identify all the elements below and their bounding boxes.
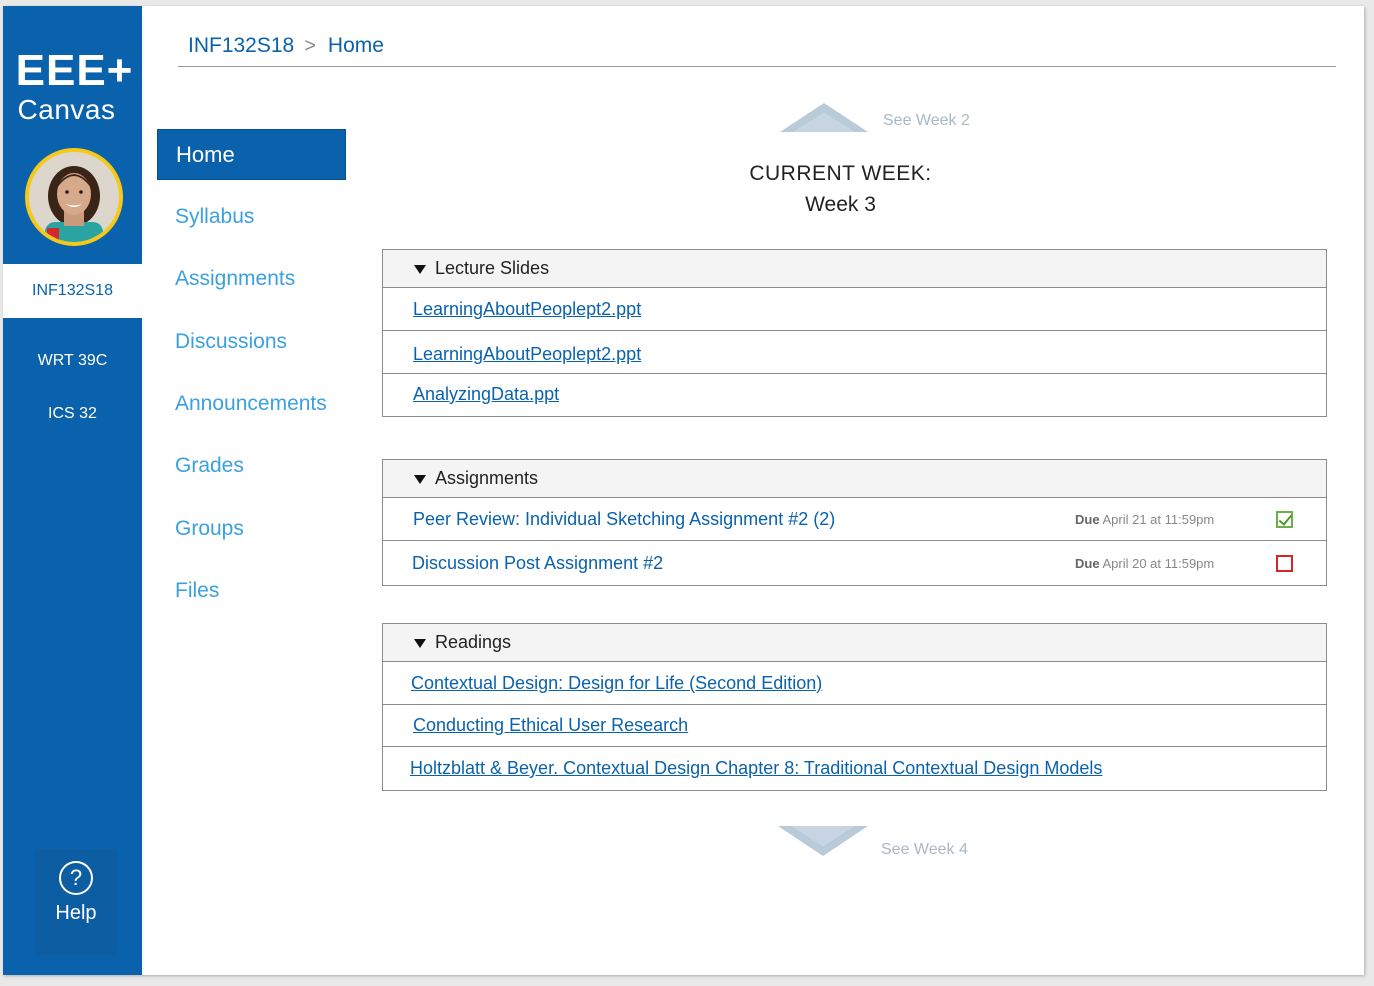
- brand-subtitle: Canvas: [17, 94, 116, 125]
- caret-down-icon: [414, 475, 426, 484]
- due-date: Due April 20 at 11:59pm: [1075, 555, 1215, 571]
- app-window: EEE+ Canvas INF132S18 WRT 39C ICS 32 ? H…: [3, 6, 1364, 975]
- breadcrumb-separator: >: [304, 34, 316, 57]
- list-item: LearningAboutPeoplept2.ppt: [383, 288, 1326, 331]
- nav-item-discussions[interactable]: Discussions: [175, 330, 287, 354]
- current-week-label: CURRENT WEEK:: [749, 162, 932, 185]
- avatar[interactable]: [25, 148, 123, 246]
- readings-header[interactable]: Readings: [383, 624, 1326, 662]
- completed-checkbox[interactable]: [1276, 510, 1293, 528]
- lecture-slides-header[interactable]: Lecture Slides: [383, 250, 1326, 288]
- readings-title: Readings: [435, 632, 512, 652]
- chevron-up-icon[interactable]: [778, 101, 870, 133]
- list-item: Holtzblatt & Beyer. Contextual Design Ch…: [383, 747, 1326, 790]
- course-rail: EEE+ Canvas INF132S18 WRT 39C ICS 32 ? H…: [3, 6, 142, 975]
- breadcrumb-page: Home: [327, 34, 384, 57]
- breadcrumb-divider: [178, 66, 1336, 67]
- prev-week-link[interactable]: See Week 2: [883, 112, 970, 130]
- slide-link[interactable]: LearningAboutPeoplept2.ppt: [413, 344, 641, 365]
- course-item-ics32[interactable]: ICS 32: [3, 405, 142, 423]
- reading-link[interactable]: Holtzblatt & Beyer. Contextual Design Ch…: [410, 758, 1102, 779]
- assignments-header[interactable]: Assignments: [383, 460, 1326, 498]
- nav-item-home[interactable]: Home: [157, 129, 346, 180]
- list-item: Contextual Design: Design for Life (Seco…: [383, 662, 1326, 705]
- help-button[interactable]: ? Help: [35, 849, 117, 955]
- list-item: AnalyzingData.ppt: [383, 374, 1326, 415]
- caret-down-icon: [414, 639, 426, 648]
- help-label: Help: [55, 902, 97, 924]
- breadcrumb-course[interactable]: INF132S18: [188, 34, 294, 58]
- readings-panel: Readings Contextual Design: Design for L…: [382, 623, 1327, 791]
- breadcrumb: INF132S18 > Home: [188, 34, 384, 58]
- nav-item-assignments[interactable]: Assignments: [175, 267, 295, 291]
- lecture-slides-panel: Lecture Slides LearningAboutPeoplept2.pp…: [382, 249, 1327, 417]
- due-date: Due April 21 at 11:59pm: [1075, 511, 1215, 527]
- nav-item-announcements[interactable]: Announcements: [175, 392, 327, 416]
- course-item-active[interactable]: INF132S18: [3, 264, 142, 318]
- table-row: Peer Review: Individual Sketching Assign…: [383, 498, 1326, 541]
- help-icon: ?: [59, 861, 93, 895]
- list-item: LearningAboutPeoplept2.ppt: [383, 331, 1326, 374]
- table-row: Discussion Post Assignment #2 Due April …: [383, 541, 1326, 585]
- slide-link[interactable]: LearningAboutPeoplept2.ppt: [413, 299, 641, 320]
- assignments-title: Assignments: [435, 468, 539, 488]
- reading-link[interactable]: Contextual Design: Design for Life (Seco…: [411, 673, 822, 694]
- current-week-value: Week 3: [805, 193, 876, 216]
- next-week-link[interactable]: See Week 4: [881, 841, 968, 859]
- nav-item-syllabus[interactable]: Syllabus: [175, 205, 254, 229]
- nav-item-files[interactable]: Files: [175, 579, 219, 603]
- slide-link[interactable]: AnalyzingData.ppt: [413, 384, 559, 405]
- user-photo-icon: [29, 152, 119, 242]
- reading-link[interactable]: Conducting Ethical User Research: [413, 715, 688, 736]
- nav-item-grades[interactable]: Grades: [175, 454, 244, 478]
- caret-down-icon: [414, 265, 426, 274]
- assignment-link[interactable]: Peer Review: Individual Sketching Assign…: [413, 509, 835, 530]
- lecture-slides-title: Lecture Slides: [435, 258, 550, 278]
- assignments-panel: Assignments Peer Review: Individual Sket…: [382, 459, 1327, 586]
- chevron-down-icon[interactable]: [776, 824, 870, 858]
- nav-item-groups[interactable]: Groups: [175, 517, 244, 541]
- pending-checkbox[interactable]: [1276, 554, 1293, 572]
- list-item: Conducting Ethical User Research: [383, 705, 1326, 747]
- assignment-link[interactable]: Discussion Post Assignment #2: [412, 553, 663, 574]
- course-item-wrt39c[interactable]: WRT 39C: [3, 352, 142, 370]
- brand-logo: EEE+: [15, 46, 134, 95]
